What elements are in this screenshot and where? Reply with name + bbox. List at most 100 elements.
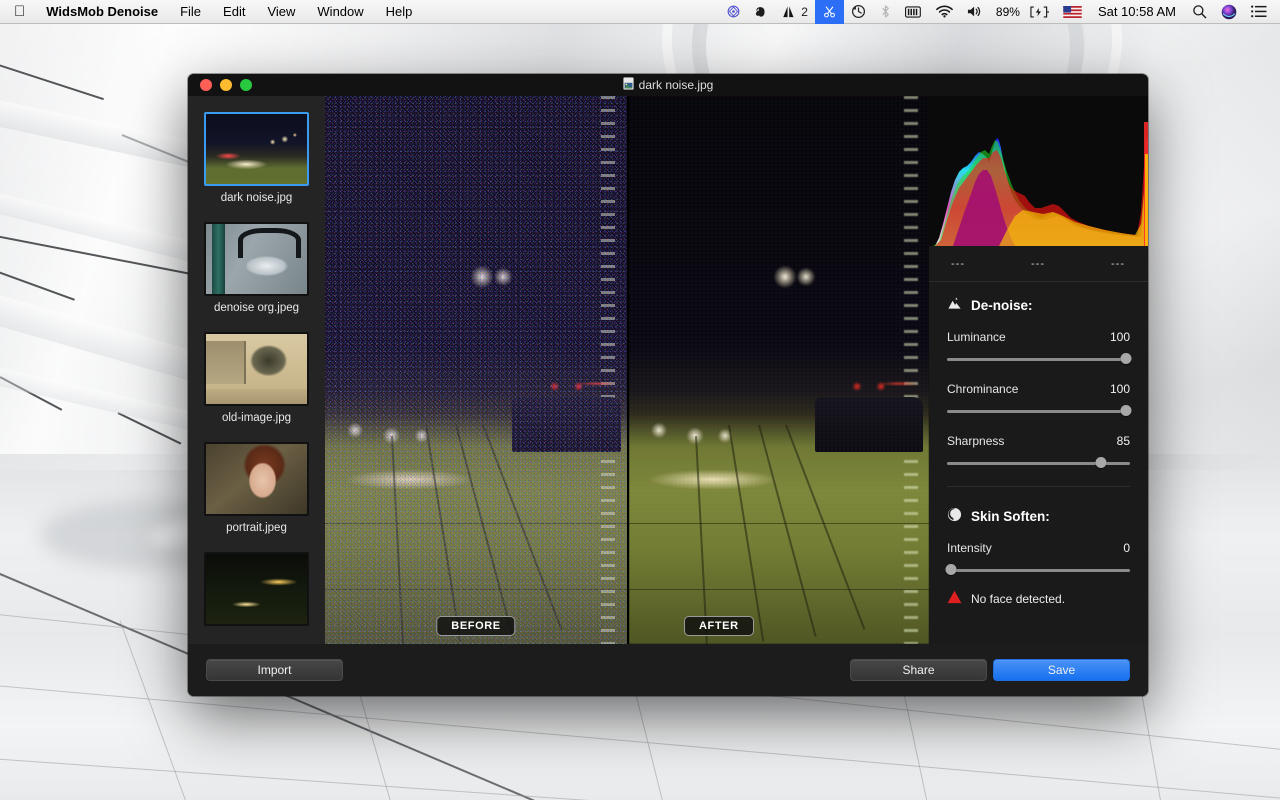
battery-charging-icon[interactable] [1023,0,1056,24]
menu-help[interactable]: Help [375,0,424,24]
sharpness-control: Sharpness 85 [947,434,1130,469]
save-button[interactable]: Save [993,659,1130,681]
skin-soften-title: Skin Soften: [971,509,1050,524]
list-item[interactable]: portrait.jpeg [188,442,325,552]
intensity-slider[interactable] [947,564,1130,576]
thumbnail-art [206,224,307,294]
battery-bar-icon[interactable] [898,0,929,24]
import-button[interactable]: Import [206,659,343,681]
list-item[interactable] [188,552,325,644]
thumbnail-label: old-image.jpg [188,412,325,424]
luminance-label: Luminance [947,330,1006,344]
after-pane[interactable]: AFTER [627,96,929,644]
luminance-control: Luminance 100 [947,330,1130,365]
us-flag-icon[interactable] [1056,0,1089,24]
window-title-text: dark noise.jpg [639,78,714,92]
menu-app-name[interactable]: WidsMob Denoise [35,0,169,24]
parked-car [815,397,923,452]
slider-knob[interactable] [1095,457,1106,468]
image-file-icon [623,77,634,93]
thumbnail-label: denoise org.jpeg [188,302,325,314]
thumbnail-art [206,334,307,404]
thumbnail-art [206,554,307,624]
traffic-light-buttons [188,79,252,91]
histogram-value-readouts: --- --- --- [929,246,1148,282]
sidewalk-seams [325,96,627,644]
menu-window[interactable]: Window [306,0,374,24]
skin-soften-section-header: Skin Soften: [947,507,1130,525]
before-badge: BEFORE [436,616,515,636]
inspector-panel: --- --- --- De-noise: L [929,96,1148,644]
window-title-bar: dark noise.jpg [188,74,1148,96]
thumbnail-image[interactable] [204,552,309,626]
slider-track [947,569,1130,572]
histogram-tick-highlight: --- [1111,258,1125,270]
parked-car [512,397,621,452]
slider-knob[interactable] [1121,353,1132,364]
list-item[interactable]: denoise org.jpeg [188,222,325,332]
evernote-icon[interactable] [747,0,775,24]
thumbnail-art [206,444,307,514]
share-button[interactable]: Share [850,659,987,681]
menu-file[interactable]: File [169,0,212,24]
clock[interactable]: Sat 10:58 AM [1089,4,1185,19]
histogram-graph [929,96,1148,246]
sharpness-label: Sharpness [947,434,1004,448]
histogram-tick-midtone: --- [1031,258,1045,270]
luminance-slider[interactable] [947,353,1130,365]
battery-percent-label[interactable]: 89% [989,5,1023,19]
denoise-icon [947,296,962,314]
before-pane[interactable]: BEFORE [325,96,627,644]
thumbnail-art [206,114,307,184]
time-machine-icon[interactable] [844,0,873,24]
apple-logo-icon[interactable]:  [10,0,35,24]
menu-view[interactable]: View [256,0,306,24]
skin-soften-icon [947,507,962,525]
list-item[interactable]: dark noise.jpg [188,112,325,222]
menu-bar-left:  WidsMob Denoise File Edit View Window … [0,0,423,24]
siri-icon[interactable] [1214,0,1244,24]
intensity-value: 0 [1123,541,1130,555]
sharpness-slider[interactable] [947,457,1130,469]
volume-icon[interactable] [960,0,989,24]
no-face-warning-text: No face detected. [971,592,1065,606]
warning-triangle-icon [947,590,962,607]
window-title: dark noise.jpg [188,77,1148,93]
chrominance-label: Chrominance [947,382,1018,396]
macos-menu-bar:  WidsMob Denoise File Edit View Window … [0,0,1280,24]
chrominance-value: 100 [1110,382,1130,396]
close-button[interactable] [200,79,212,91]
avast-icon[interactable]: 2 [775,0,815,24]
intensity-control: Intensity 0 [947,541,1130,576]
zoom-button[interactable] [240,79,252,91]
denoise-section-header: De-noise: [947,296,1130,314]
thumbnail-label: dark noise.jpg [188,192,325,204]
wifi-icon[interactable] [929,0,960,24]
list-icon[interactable] [1244,0,1274,24]
bluetooth-icon[interactable] [873,0,898,24]
thumbnail-sidebar[interactable]: dark noise.jpg denoise org.jpeg old-imag… [188,96,325,644]
dropbox-icon[interactable] [720,0,747,24]
luminance-value: 100 [1110,330,1130,344]
list-item[interactable]: old-image.jpg [188,332,325,442]
minimize-button[interactable] [220,79,232,91]
thumbnail-image[interactable] [204,222,309,296]
slider-knob[interactable] [945,564,956,575]
chrominance-slider[interactable] [947,405,1130,417]
menu-bar-status-area: 2 [720,0,1280,24]
avast-badge-count: 2 [801,5,808,19]
menu-edit[interactable]: Edit [212,0,256,24]
histogram-tick-shadow: --- [951,258,965,270]
thumbnail-image[interactable] [204,332,309,406]
skin-soften-section: Skin Soften: Intensity 0 [929,487,1148,607]
thumbnail-image[interactable] [204,442,309,516]
no-face-warning: No face detected. [947,590,1130,607]
denoise-section: De-noise: Luminance 100 Chrominance [929,282,1148,487]
thumbnail-image[interactable] [204,112,309,186]
slider-knob[interactable] [1121,405,1132,416]
snagit-icon[interactable] [815,0,844,24]
search-icon[interactable] [1185,0,1214,24]
chrominance-control: Chrominance 100 [947,382,1130,417]
window-body: dark noise.jpg denoise org.jpeg old-imag… [188,96,1148,644]
thumbnail-label: portrait.jpeg [188,522,325,534]
